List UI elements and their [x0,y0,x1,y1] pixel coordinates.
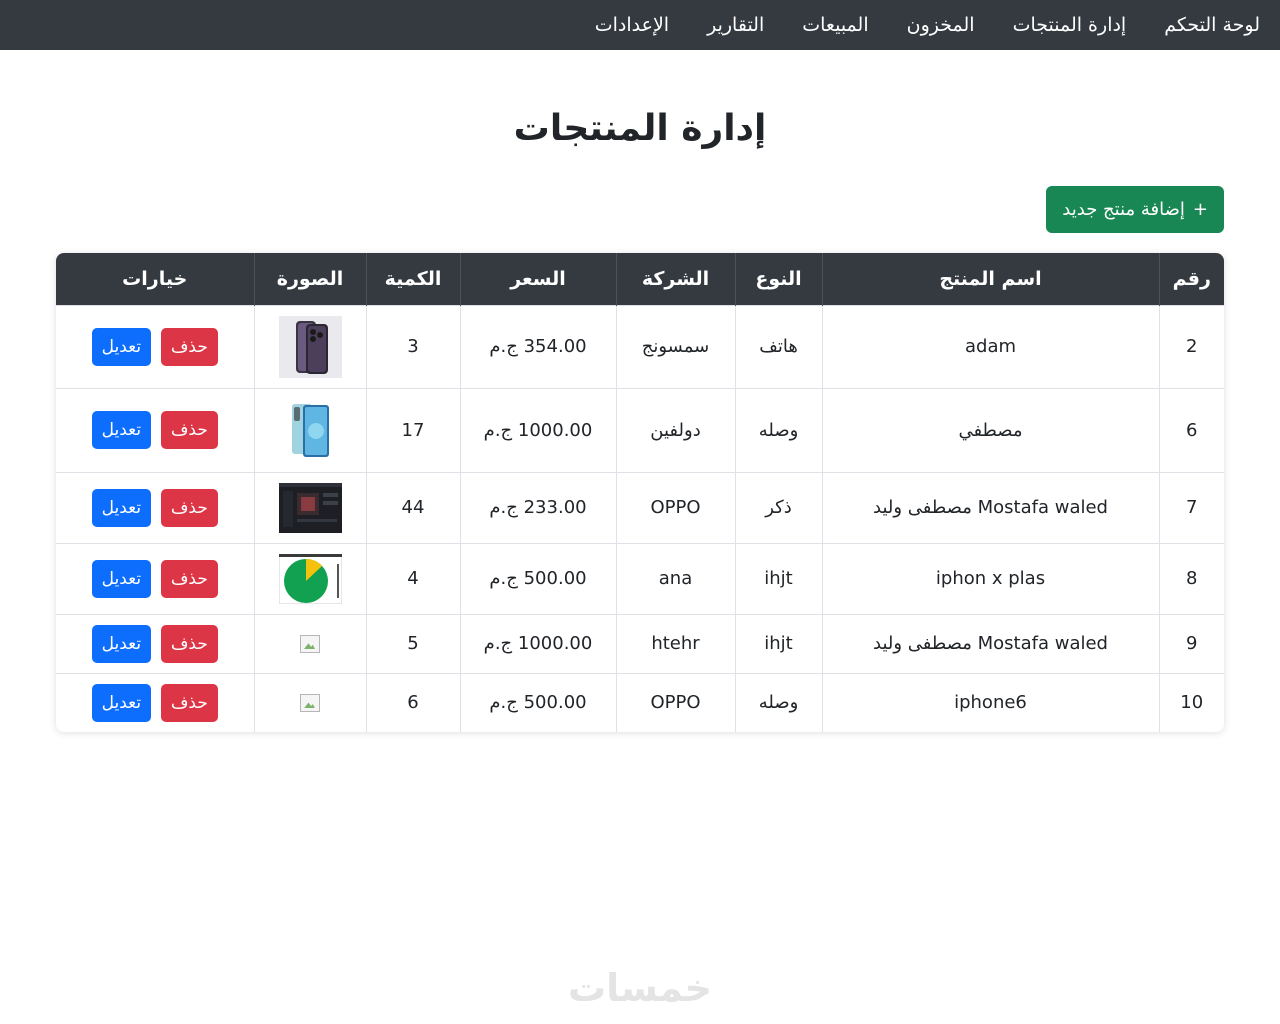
product-thumbnail-pie [278,553,342,604]
cell-image [253,387,366,472]
cell-type: هاتف [734,304,822,388]
nav-item-inventory[interactable]: المخزون [907,14,975,36]
header-type: النوع [734,253,822,305]
watermark-logo: خمسات [568,966,712,1010]
cell-quantity: 17 [365,387,460,472]
cell-name: adam [821,304,1159,388]
edit-button[interactable]: تعديل [91,327,152,366]
products-table-container: رقم اسم المنتج النوع الشركة السعر الكمية… [56,253,1224,732]
nav-item-sales[interactable]: المبيعات [802,14,868,36]
delete-button[interactable]: حذف [160,411,218,449]
cell-type: وصله [734,387,822,472]
cell-quantity: 5 [365,613,460,673]
table-body: 2 adam هاتف سمسونج 354.00 ج.م 3 حذف تعدي… [56,304,1224,732]
cell-company: ana [615,542,735,614]
cell-type: ذكر [734,471,822,543]
plus-icon: + [1192,199,1208,220]
cell-price: 1000.00 ج.م [459,613,616,673]
broken-image-icon [300,635,320,653]
product-thumbnail-screenshot [278,482,342,533]
table-row: 7 Mostafa waled مصطفى وليد ذكر OPPO 233.… [56,471,1224,543]
cell-options: حذف تعديل [56,304,254,388]
cell-company: دولفين [615,387,735,472]
cell-name: Mostafa waled مصطفى وليد [821,613,1159,673]
cell-price: 354.00 ج.م [459,304,616,388]
header-quantity: الكمية [365,253,460,305]
cell-options: حذف تعديل [56,471,254,543]
delete-button[interactable]: حذف [160,624,218,663]
cell-company: OPPO [615,672,735,732]
product-thumbnail-oppo [278,399,342,461]
cell-id: 10 [1158,672,1224,732]
header-image: الصورة [253,253,366,305]
header-name: اسم المنتج [821,253,1159,305]
cell-id: 6 [1158,387,1224,472]
nav-item-settings[interactable]: الإعدادات [595,14,669,36]
cell-image [253,672,366,732]
cell-company: سمسونج [615,304,735,388]
cell-type: ihjt [734,613,822,673]
edit-button[interactable]: تعديل [91,683,152,722]
cell-name: Mostafa waled مصطفى وليد [821,471,1159,543]
edit-button[interactable]: تعديل [91,488,152,527]
cell-price: 233.00 ج.م [459,471,616,543]
cell-type: ihjt [734,542,822,614]
cell-image [253,304,366,388]
cell-price: 500.00 ج.م [459,672,616,732]
cell-quantity: 4 [365,542,460,614]
delete-button[interactable]: حذف [160,327,218,366]
broken-image-icon [300,694,320,713]
cell-image [253,542,366,614]
cell-company: OPPO [615,471,735,543]
cell-quantity: 3 [365,304,460,388]
nav-item-dashboard[interactable]: لوحة التحكم [1164,14,1260,36]
edit-button[interactable]: تعديل [91,624,152,663]
table-row: 6 مصطفي وصله دولفين 1000.00 ج.م 17 حذف ت… [56,387,1224,472]
header-price: السعر [459,253,616,305]
cell-options: حذف تعديل [56,387,254,472]
table-header-row: رقم اسم المنتج النوع الشركة السعر الكمية… [56,253,1224,305]
cell-company: htehr [615,613,735,673]
edit-button[interactable]: تعديل [91,411,152,449]
cell-id: 9 [1158,613,1224,673]
table-row: 2 adam هاتف سمسونج 354.00 ج.م 3 حذف تعدي… [56,304,1224,388]
products-table: رقم اسم المنتج النوع الشركة السعر الكمية… [56,253,1224,732]
cell-image [253,613,366,673]
table-row: 9 Mostafa waled مصطفى وليد ihjt htehr 10… [56,613,1224,673]
cell-options: حذف تعديل [56,672,254,732]
delete-button[interactable]: حذف [160,488,218,527]
cell-quantity: 6 [365,672,460,732]
table-row: 8 iphon x plas ihjt ana 500.00 ج.م 4 حذف… [56,542,1224,614]
cell-image [253,471,366,543]
delete-button[interactable]: حذف [160,559,218,598]
cell-name: iphone6 [821,672,1159,732]
header-company: الشركة [615,253,735,305]
cell-price: 1000.00 ج.م [459,387,616,472]
cell-name: iphon x plas [821,542,1159,614]
nav-item-reports[interactable]: التقارير [707,14,764,36]
cell-options: حذف تعديل [56,613,254,673]
cell-quantity: 44 [365,471,460,543]
cell-id: 7 [1158,471,1224,543]
cell-id: 8 [1158,542,1224,614]
add-product-label: إضافة منتج جديد [1062,199,1185,220]
top-navbar: لوحة التحكم إدارة المنتجات المخزون المبي… [0,0,1280,50]
cell-price: 500.00 ج.م [459,542,616,614]
delete-button[interactable]: حذف [160,683,218,722]
cell-type: وصله [734,672,822,732]
cell-name: مصطفي [821,387,1159,472]
header-options: خيارات [56,253,254,305]
nav-item-products[interactable]: إدارة المنتجات [1013,14,1127,36]
cell-options: حذف تعديل [56,542,254,614]
add-product-button[interactable]: + إضافة منتج جديد [1046,186,1224,233]
page-title: إدارة المنتجات [513,108,767,149]
edit-button[interactable]: تعديل [91,559,152,598]
table-row: 10 iphone6 وصله OPPO 500.00 ج.م 6 حذف تع… [56,672,1224,732]
header-id: رقم [1158,253,1224,305]
cell-id: 2 [1158,304,1224,388]
product-thumbnail-iphone [278,315,342,378]
